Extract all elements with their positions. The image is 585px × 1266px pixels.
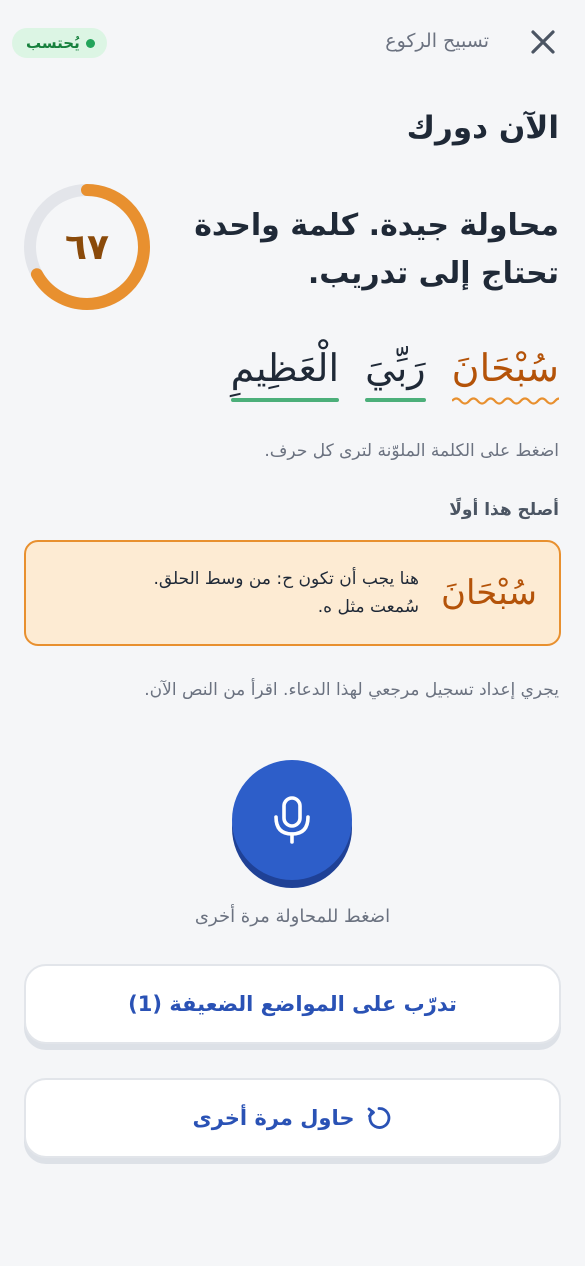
correct-underline bbox=[365, 398, 426, 402]
status-badge: يُحتسب bbox=[12, 28, 107, 58]
fix-first-label: أصلح هذا أولًا bbox=[449, 500, 559, 520]
status-badge-label: يُحتسب bbox=[26, 34, 80, 52]
record-button-face bbox=[232, 760, 352, 880]
practice-button-label: تدرّب على المواضع الضعيفة (1) bbox=[128, 992, 457, 1016]
record-button[interactable] bbox=[232, 760, 352, 888]
record-caption: اضغط للمحاولة مرة أخرى bbox=[194, 906, 391, 927]
retry-icon bbox=[367, 1107, 390, 1129]
page-title: تسبيح الركوع bbox=[385, 30, 489, 52]
fix-word: سُبْحَانَ bbox=[440, 573, 537, 613]
feedback-message: محاولة جيدة. كلمة واحدة تحتاج إلى تدريب. bbox=[194, 208, 559, 291]
score-value: ٦٧ bbox=[65, 226, 109, 268]
practice-weak-spots-button[interactable]: تدرّب على المواضع الضعيفة (1) bbox=[24, 964, 561, 1044]
status-dot bbox=[85, 38, 95, 48]
word-rabbiya[interactable]: رَبِّيَ bbox=[365, 340, 426, 402]
try-again-label: حاول مرة أخرى bbox=[192, 1106, 355, 1130]
page: تسبيح الركوع يُحتسب الآن دورك ٦٧ محاولة … bbox=[0, 0, 585, 1266]
wavy-underline bbox=[451, 397, 559, 405]
word-text: رَبِّيَ bbox=[365, 346, 426, 390]
fix-first-card[interactable]: سُبْحَانَ هنا يجب أن تكون ح: من وسط الحل… bbox=[24, 540, 561, 646]
correct-underline bbox=[230, 398, 340, 402]
word-subhana[interactable]: سُبْحَانَ bbox=[451, 340, 559, 405]
fix-explanation: هنا يجب أن تكون ح: من وسط الحلق. سُمعت م… bbox=[153, 565, 419, 621]
word-list: سُبْحَانَ رَبِّيَ الْعَظِيمِ bbox=[230, 340, 559, 405]
word-al-azim[interactable]: الْعَظِيمِ bbox=[230, 340, 340, 402]
header: تسبيح الركوع يُحتسب bbox=[0, 22, 585, 64]
fix-explanation-line: هنا يجب أن تكون ح: من وسط الحلق. bbox=[153, 569, 419, 589]
word-text: الْعَظِيمِ bbox=[230, 346, 340, 390]
reference-note: يجري إعداد تسجيل مرجعي لهذا الدعاء. اقرأ… bbox=[144, 680, 559, 700]
close-icon bbox=[531, 30, 555, 54]
tap-hint: اضغط على الكلمة الملوّنة لترى كل حرف. bbox=[264, 441, 559, 461]
close-button[interactable] bbox=[525, 22, 561, 62]
fix-explanation-line: سُمعت مثل ه. bbox=[317, 597, 419, 617]
try-again-button[interactable]: حاول مرة أخرى bbox=[24, 1078, 561, 1158]
score-ring: ٦٧ bbox=[22, 182, 152, 312]
word-text: سُبْحَانَ bbox=[451, 346, 559, 390]
microphone-icon bbox=[274, 796, 310, 844]
your-turn-heading: الآن دورك bbox=[406, 110, 559, 146]
